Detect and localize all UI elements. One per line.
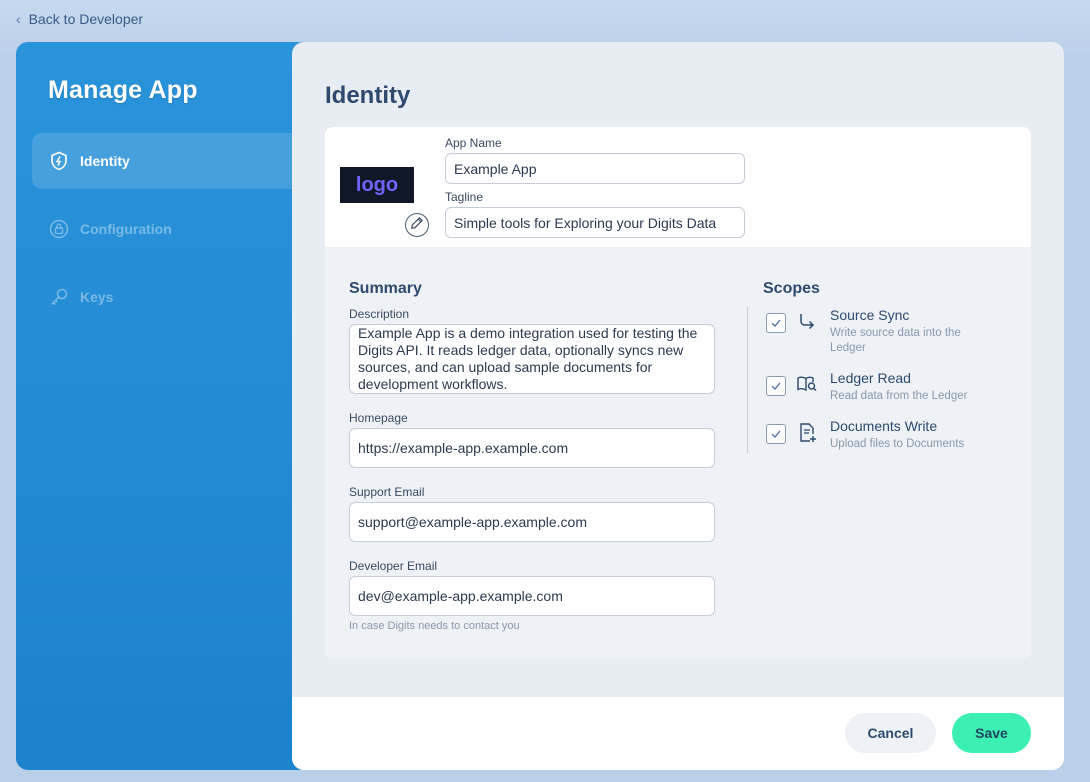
shield-icon [48,150,70,172]
source-sync-checkbox[interactable] [766,313,786,333]
sidebar: Manage App Identity Configuration Keys [16,42,316,770]
scope-title: Documents Write [830,418,938,434]
developer-email-helper: In case Digits needs to contact you [349,620,520,632]
sidebar-item-keys[interactable]: Keys [32,269,316,325]
homepage-label: Homepage [349,411,408,425]
book-search-icon [794,370,820,396]
sidebar-item-identity[interactable]: Identity [32,133,316,189]
app-name-label: App Name [445,136,502,150]
edit-logo-button[interactable] [405,213,429,237]
ledger-read-checkbox[interactable] [766,376,786,396]
footer-bar: Cancel Save [292,697,1064,770]
scope-description: Read data from the Ledger [830,390,968,402]
cancel-button[interactable]: Cancel [845,713,936,753]
identity-card: logo App Name Example App Tagline Simple… [325,127,1031,658]
page-title: Identity [325,82,411,109]
developer-email-label: Developer Email [349,559,438,573]
sidebar-item-label: Configuration [80,221,172,237]
scope-item-source-sync: Source Sync Write source data into the L… [766,307,990,356]
scope-item-documents-write: Documents Write Upload files to Document… [766,418,990,452]
chevron-left-icon: ‹ [16,11,21,27]
logo-text: logo [355,173,399,196]
app-logo: logo [340,167,414,203]
arrow-turn-icon [794,307,820,333]
scope-title: Ledger Read [830,370,911,386]
back-link-label: Back to Developer [28,11,144,27]
scopes-title: Scopes [763,280,820,297]
main-panel: Identity logo App Name Example App Tagli… [292,42,1064,770]
documents-write-checkbox[interactable] [766,424,786,444]
sidebar-item-configuration[interactable]: Configuration [32,201,316,257]
description-label: Description [349,307,410,321]
save-button[interactable]: Save [952,713,1031,753]
tagline-input[interactable]: Simple tools for Exploring your Digits D… [445,207,745,238]
support-email-label: Support Email [349,485,425,499]
summary-title: Summary [349,280,422,297]
sidebar-item-label: Keys [80,289,114,305]
sidebar-item-label: Identity [80,153,130,169]
back-to-developer-link[interactable]: ‹ Back to Developer [16,10,143,28]
tagline-label: Tagline [445,190,484,204]
document-add-icon [794,418,820,444]
scope-description: Write source data into the Ledger [830,327,961,354]
app-identity-section: logo App Name Example App Tagline Simple… [325,127,1031,247]
scope-description: Upload files to Documents [830,438,965,450]
scope-item-ledger-read: Ledger Read Read data from the Ledger [766,370,990,404]
key-icon [48,286,70,308]
scope-title: Source Sync [830,307,910,323]
description-textarea[interactable]: Example App is a demo integration used f… [349,324,715,394]
sidebar-title: Manage App [48,76,198,104]
homepage-input[interactable]: https://example-app.example.com [349,428,715,468]
app-name-input[interactable]: Example App [445,153,745,184]
developer-email-input[interactable]: dev@example-app.example.com [349,576,715,616]
scopes-divider [747,307,748,453]
pencil-icon [410,216,424,235]
support-email-input[interactable]: support@example-app.example.com [349,502,715,542]
lock-icon [48,218,70,240]
